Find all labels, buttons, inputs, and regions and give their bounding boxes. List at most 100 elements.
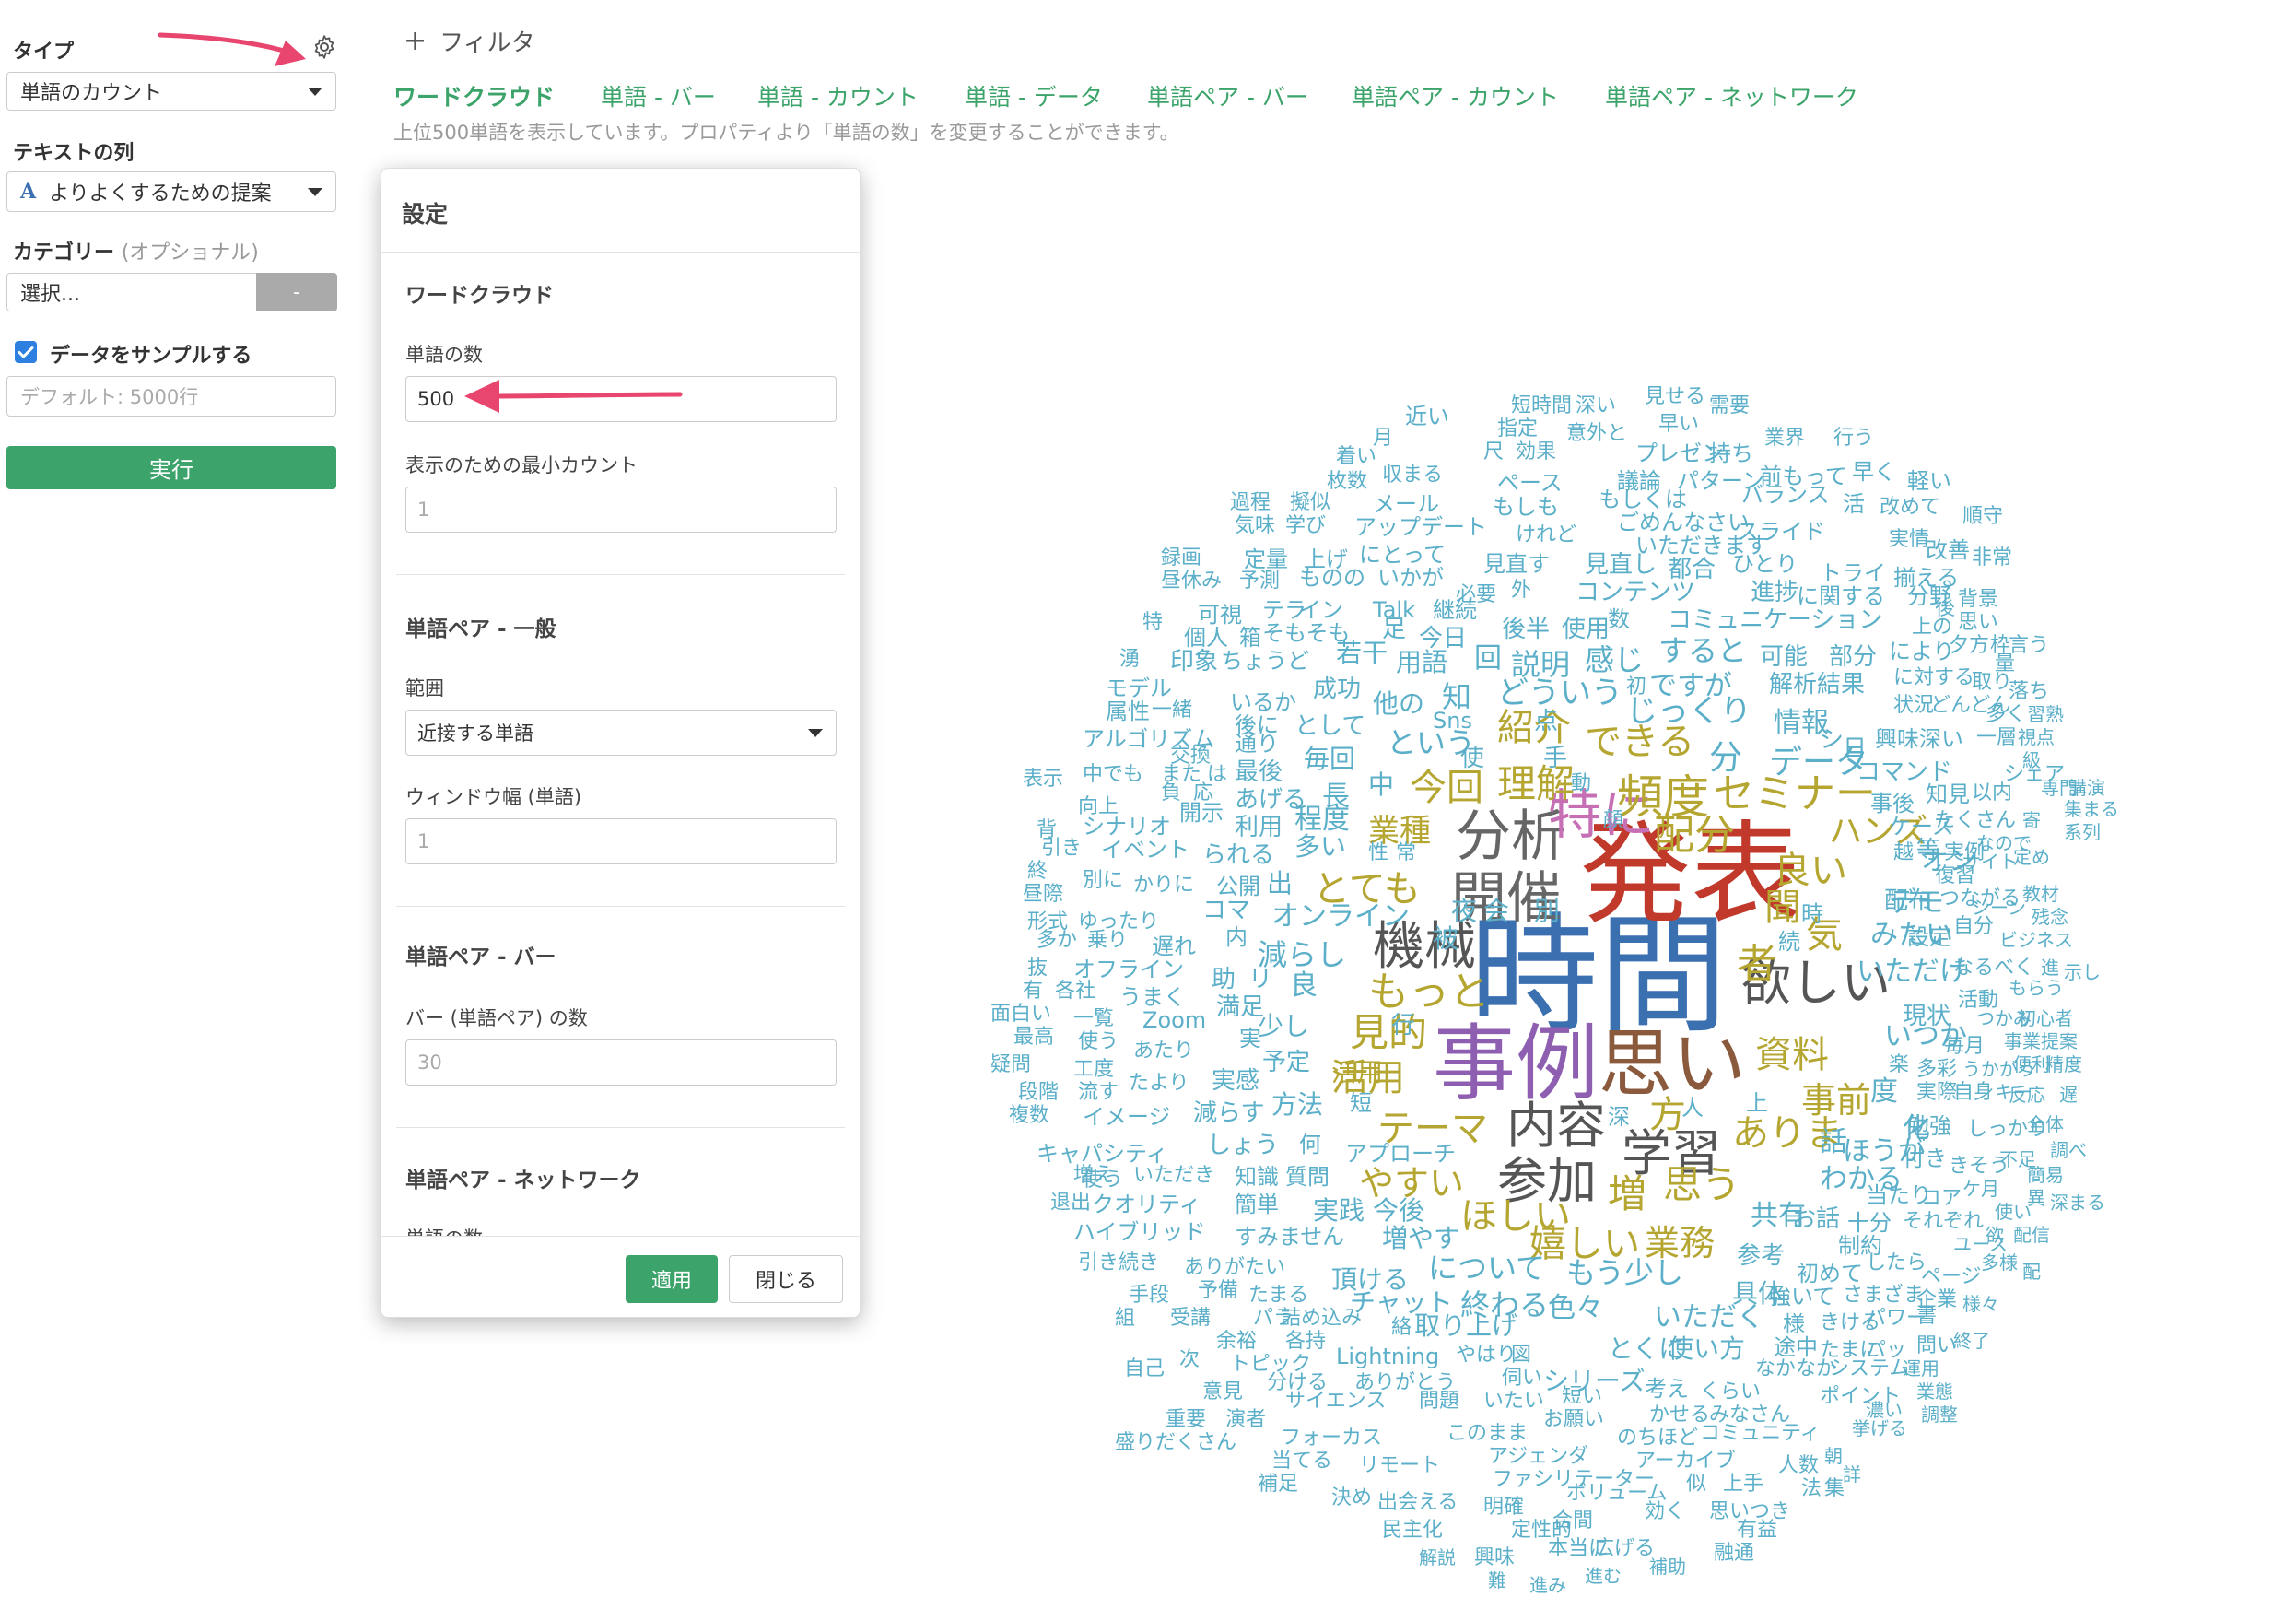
cloud-word: 最高 [1013, 1026, 1055, 1049]
cloud-word: 良 [1290, 969, 1318, 1002]
cloud-word: 後 [1935, 597, 1956, 620]
cloud-word: 遅れ [1152, 934, 1196, 959]
cloud-word: 早く [1852, 459, 1896, 485]
cloud-word: どういう [1497, 675, 1622, 711]
cloud-word: コミュニケーション [1668, 606, 1883, 634]
cloud-word: 有 [1023, 980, 1044, 1003]
apply-button[interactable]: 適用 [626, 1255, 718, 1303]
cloud-word: 上の [1912, 616, 1953, 639]
cloud-word: 活用 [1331, 1057, 1384, 1087]
cloud-word: あげる [1235, 786, 1307, 814]
cloud-word: 融通 [1714, 1542, 1755, 1565]
cloud-word: 実践 [1313, 1195, 1365, 1226]
cloud-word: 録画 [1161, 546, 1202, 570]
cloud-word: 近い [1405, 404, 1449, 429]
cloud-word: 分 [1709, 739, 1743, 777]
cloud-word: 本当に [1548, 1537, 1610, 1560]
cloud-word: 楽 [1889, 1053, 1910, 1076]
cloud-word: 習熟 [2027, 703, 2064, 725]
cloud-word: 難 [1488, 1569, 1506, 1591]
cloud-word: 朝 [1824, 1445, 1843, 1467]
cloud-word: 面白い [990, 1003, 1052, 1026]
cloud-word: 軽い [1907, 468, 1951, 494]
cloud-word: イン [1299, 597, 1343, 623]
cloud-word: 初めて [1797, 1261, 1863, 1286]
cloud-word: 開示 [1179, 800, 1224, 826]
section-pair-network: 単語ペア - ネットワーク [405, 1169, 641, 1192]
cloud-word: 短い [1562, 1385, 1603, 1408]
cloud-word: ファシリテーター [1493, 1468, 1656, 1491]
cloud-word: Zoom [1142, 1007, 1207, 1033]
cloud-word: 付き [1903, 1145, 1947, 1171]
cloud-word: いかが [1377, 565, 1444, 591]
cloud-word: 個人 [1184, 625, 1228, 651]
cloud-word: に対する [1893, 666, 1975, 689]
cloud-word: コンテンツ [1576, 579, 1696, 606]
cloud-word: きそう [1949, 1155, 2010, 1178]
cloud-word: 精度 [2045, 1053, 2082, 1075]
section-pair-bar: 単語ペア - バー [405, 945, 556, 969]
cloud-word: 行う [1833, 427, 1875, 450]
cloud-word: 実情 [1889, 528, 1930, 551]
cloud-word: について [1428, 1251, 1546, 1286]
cloud-word: 寄 [2022, 809, 2041, 831]
cloud-word: 気味 [1235, 514, 1276, 537]
cloud-word: 配分 [1654, 812, 1735, 859]
cloud-word: 示し [2064, 961, 2101, 983]
cloud-word: 退出 [1050, 1192, 1092, 1215]
cloud-word: 揃える [1893, 565, 1960, 591]
cloud-word: 学び [1285, 514, 1327, 537]
divider [396, 906, 845, 907]
cloud-word: 箱 [1239, 625, 1261, 651]
cloud-word: 進む [1585, 1565, 1622, 1587]
bar-count-input[interactable]: 30 [405, 1039, 837, 1086]
cloud-word: 現状 [1903, 1003, 1951, 1030]
window-input[interactable]: 1 [405, 818, 837, 864]
cloud-word: 実感 [1212, 1067, 1260, 1095]
cloud-word: 色々 [1548, 1292, 1603, 1324]
cloud-word: 合間 [1552, 1509, 1594, 1533]
cloud-word: それぞれ [1903, 1210, 1985, 1233]
cloud-word: 運用 [1903, 1357, 1939, 1380]
cloud-word: 思い [1958, 611, 1999, 634]
cloud-word: 知識 [1235, 1164, 1279, 1190]
cloud-word: 度 [1870, 1075, 1898, 1108]
cloud-word: 集 [1824, 1477, 1845, 1500]
cloud-word: られる [1202, 841, 1275, 869]
cloud-word: 改善 [1926, 537, 1970, 563]
cloud-word: 複数 [1009, 1104, 1050, 1127]
cloud-word: 方法 [1271, 1089, 1324, 1120]
divider [381, 252, 860, 253]
cloud-word: 提案 [2041, 1030, 2078, 1052]
close-button[interactable]: 閉じる [729, 1255, 843, 1303]
cloud-word: 効く [1645, 1500, 1686, 1523]
cloud-word: 早い [1658, 413, 1700, 436]
cloud-word: アジェンダ [1488, 1445, 1589, 1468]
cloud-word: 等 [1916, 837, 1941, 864]
cloud-word: 内容 [1506, 1097, 1606, 1155]
cloud-word: 考え [1645, 1376, 1689, 1402]
cloud-word: リ [1248, 966, 1273, 993]
cloud-word: 実例 [1944, 841, 1986, 864]
section-wordcloud: ワードクラウド [405, 284, 554, 308]
cloud-word: 出会える [1377, 1491, 1458, 1514]
cloud-word: 解説 [1419, 1546, 1456, 1568]
cloud-word: すみません [1235, 1224, 1345, 1250]
cloud-word: 民主化 [1382, 1519, 1444, 1542]
cloud-word: 内 [1225, 924, 1248, 950]
cloud-word: モデル [1106, 675, 1172, 701]
cloud-word: もらう [2009, 977, 2064, 999]
cloud-word: 法 [1801, 1477, 1822, 1500]
cloud-word: 良い [1774, 850, 1847, 892]
min-count-input[interactable]: 1 [405, 487, 837, 533]
cloud-word: 補足 [1258, 1473, 1299, 1496]
cloud-word: イメージ [1083, 1104, 1171, 1130]
range-select[interactable]: 近接する単語 [405, 710, 837, 756]
cloud-word: 調べ [2050, 1139, 2087, 1161]
cloud-word: 補助 [1649, 1556, 1686, 1578]
cloud-word: に関する [1797, 583, 1885, 609]
cloud-word: 使い方 [1668, 1333, 1746, 1364]
cloud-word: 需要 [1709, 394, 1751, 417]
cloud-word: 引き [1041, 837, 1083, 860]
cloud-word: 今日 [1419, 625, 1468, 652]
